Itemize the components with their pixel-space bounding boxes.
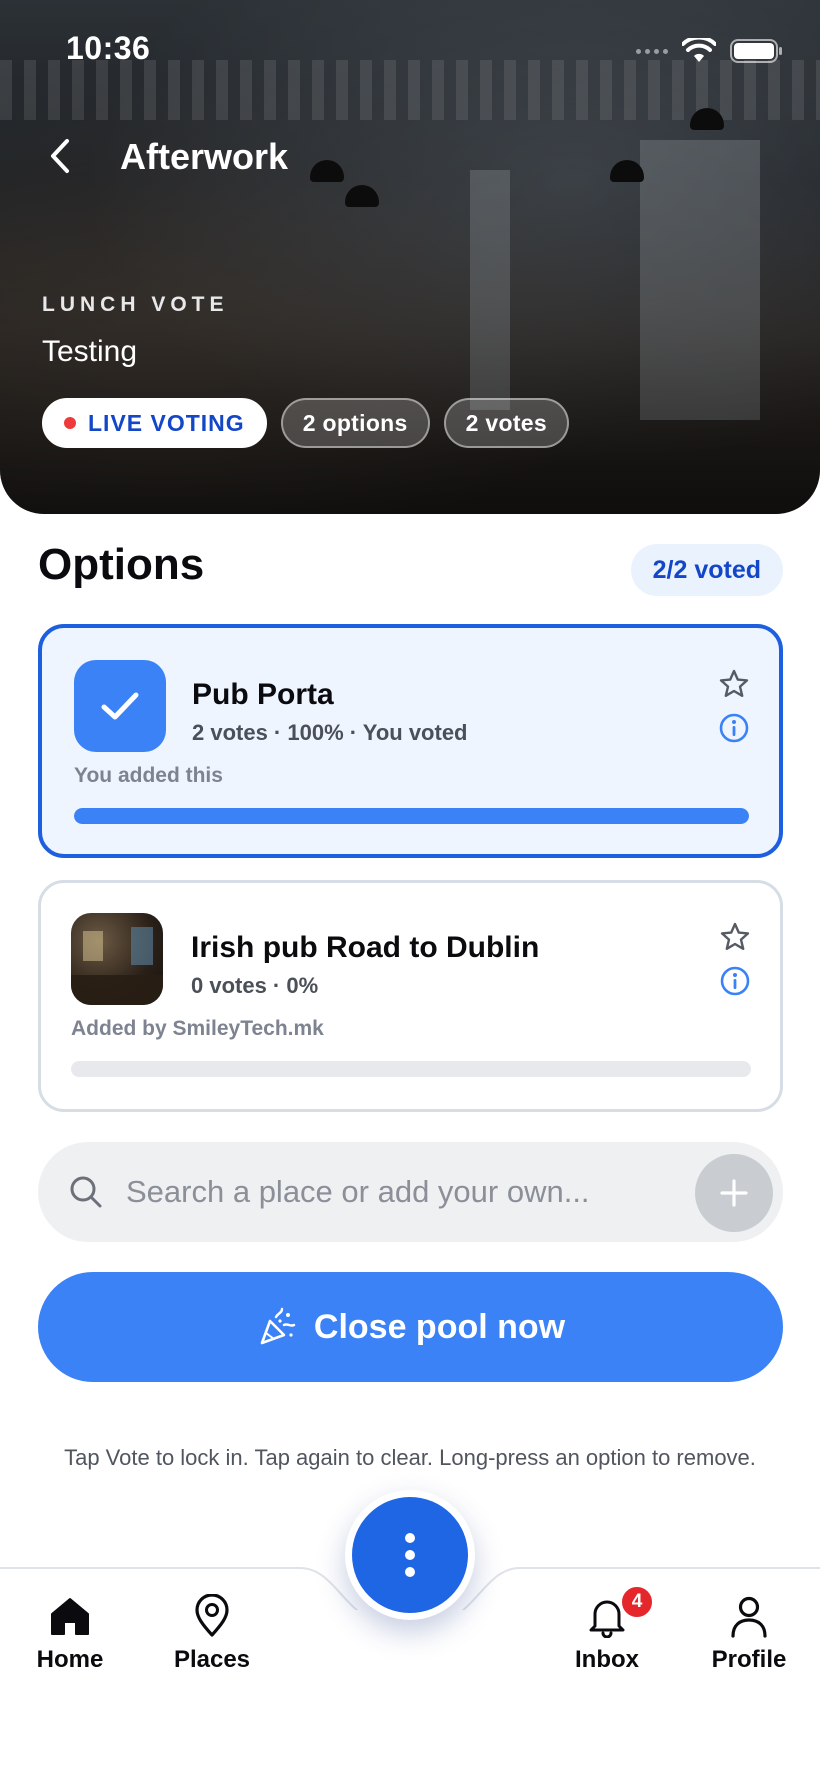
party-popper-icon <box>260 1307 296 1345</box>
status-chips: LIVE VOTING 2 options 2 votes <box>42 398 569 448</box>
option-added-by: Added by SmileyTech.mk <box>71 1017 324 1040</box>
battery-icon <box>730 39 782 63</box>
search-input[interactable] <box>126 1162 686 1222</box>
vote-subtitle: Testing <box>42 335 138 368</box>
more-vertical-icon <box>352 1497 468 1613</box>
tab-places-label: Places <box>173 1646 251 1673</box>
star-icon <box>719 669 749 697</box>
tab-profile[interactable]: Profile <box>689 1594 809 1674</box>
home-icon <box>51 1598 89 1635</box>
option-card-irish-pub[interactable]: Irish pub Road to Dublin 0 votes · 0% Ad… <box>38 880 783 1112</box>
vote-progress-bar <box>71 1061 751 1077</box>
status-time: 10:36 <box>66 30 151 66</box>
close-pool-label: Close pool now <box>313 1307 566 1346</box>
cellular-icon <box>636 48 668 54</box>
info-button[interactable] <box>716 710 752 746</box>
info-icon <box>720 966 750 996</box>
status-icons <box>636 38 784 64</box>
voted-count-label: 2/2 voted <box>652 555 761 584</box>
option-card-pub-porta[interactable]: Pub Porta 2 votes · 100% · You voted You… <box>38 624 783 858</box>
user-icon <box>731 1596 767 1638</box>
voted-count-badge: 2/2 voted <box>630 544 783 596</box>
options-count-chip: 2 options <box>280 398 430 448</box>
option-meta: 2 votes · 100% · You voted <box>192 720 468 745</box>
tab-inbox-label: Inbox <box>575 1646 639 1673</box>
vote-progress-bar <box>74 808 749 824</box>
favorite-button[interactable] <box>716 666 752 702</box>
more-actions-button[interactable] <box>345 1490 475 1620</box>
info-button[interactable] <box>717 963 753 999</box>
votes-count-label: 2 votes <box>465 409 547 436</box>
close-pool-button[interactable]: Close pool now <box>38 1272 783 1382</box>
plus-icon <box>720 1179 748 1207</box>
tab-home-label: Home <box>36 1646 104 1673</box>
vote-type-label: LUNCH VOTE <box>42 293 229 316</box>
map-pin-icon <box>195 1594 229 1637</box>
back-button[interactable] <box>40 134 80 178</box>
favorite-button[interactable] <box>717 919 753 955</box>
checkmark-icon <box>101 692 139 720</box>
vote-check-button[interactable] <box>74 660 166 752</box>
page-title: Afterwork <box>120 136 289 177</box>
live-dot-icon <box>64 417 76 429</box>
votes-count-chip: 2 votes <box>443 398 569 448</box>
info-icon <box>719 713 749 743</box>
inbox-unread-badge: 4 <box>620 1585 654 1619</box>
place-thumbnail <box>71 913 163 1005</box>
star-icon <box>720 922 750 950</box>
tab-profile-label: Profile <box>711 1646 787 1673</box>
live-voting-label: LIVE VOTING <box>88 409 245 436</box>
vote-progress-fill <box>74 808 749 824</box>
option-name: Irish pub Road to Dublin <box>191 931 540 964</box>
search-bar <box>38 1142 783 1242</box>
option-name: Pub Porta <box>192 678 334 711</box>
add-place-button[interactable] <box>695 1154 773 1232</box>
options-count-label: 2 options <box>302 409 408 436</box>
wifi-icon <box>682 38 716 62</box>
option-meta: 0 votes · 0% <box>191 973 319 998</box>
chevron-left-icon <box>51 139 69 173</box>
tab-home[interactable]: Home <box>10 1594 130 1674</box>
search-icon <box>70 1176 102 1208</box>
hint-text: Tap Vote to lock in. Tap again to clear.… <box>64 1445 756 1470</box>
option-added-by: You added this <box>74 764 223 787</box>
options-heading: Options <box>38 540 205 589</box>
live-voting-chip: LIVE VOTING <box>42 398 267 448</box>
tab-places[interactable]: Places <box>152 1594 272 1674</box>
